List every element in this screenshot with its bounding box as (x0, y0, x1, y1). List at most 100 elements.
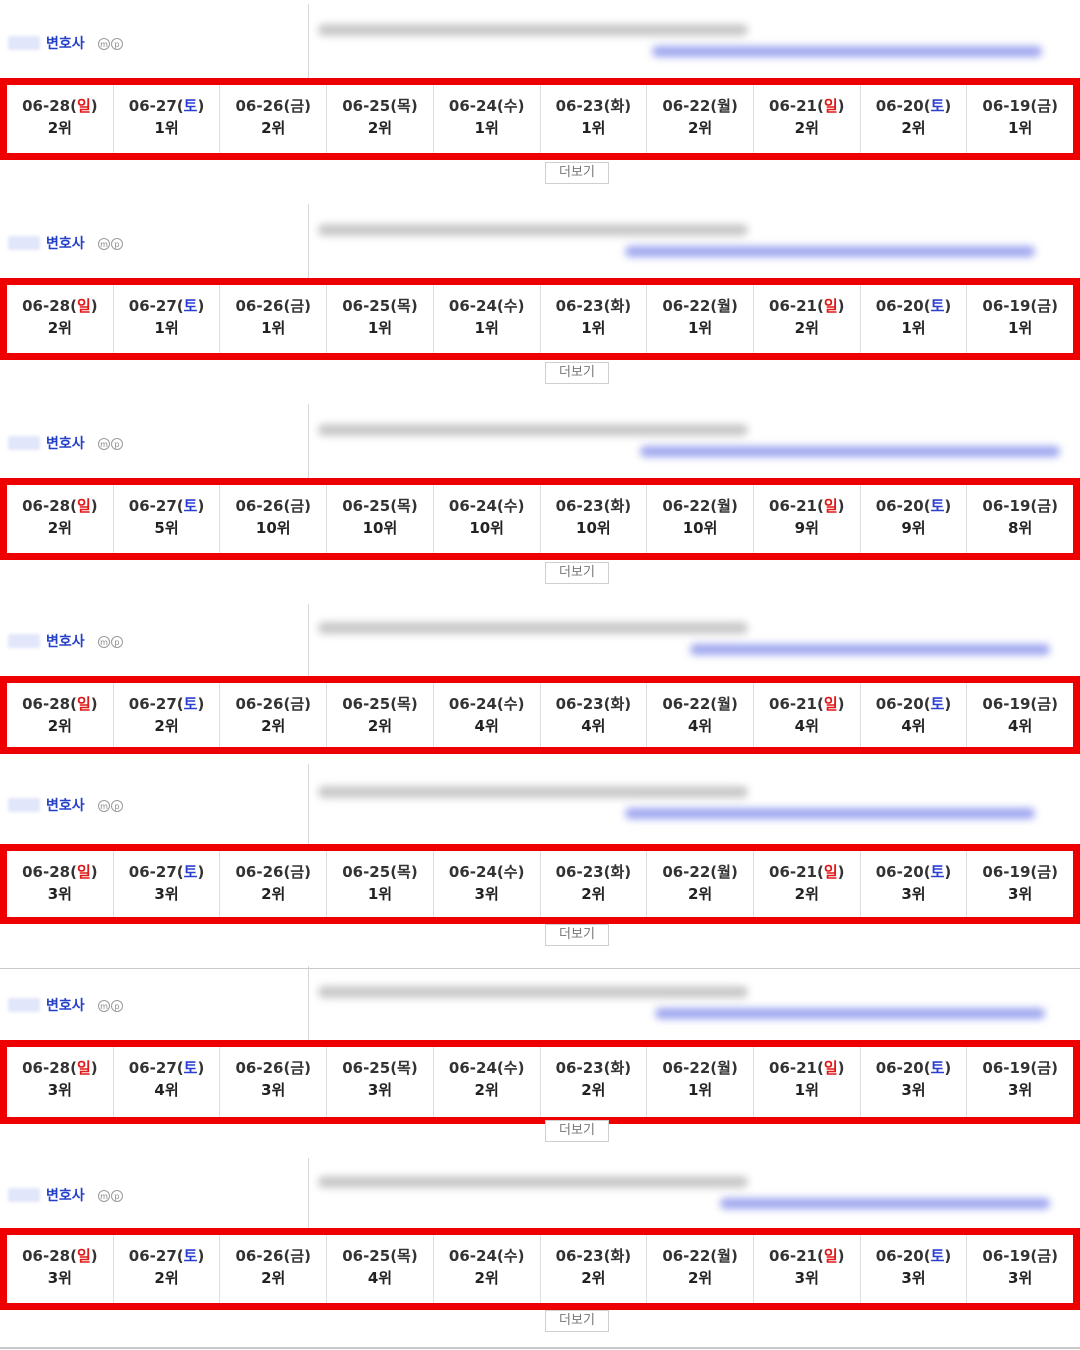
more-button[interactable]: 더보기 (545, 1120, 609, 1142)
date-value: 06-19 (982, 1247, 1031, 1265)
paren: ) (1051, 497, 1058, 515)
rank-cell: 06-19(금) 1위 (966, 285, 1073, 353)
rank-value: 9위 (794, 519, 819, 537)
paren: ( (817, 1059, 824, 1077)
paren: ) (944, 97, 952, 115)
rank-cell: 06-28(일) 3위 (7, 1235, 113, 1303)
keyword-link[interactable]: 변호사 (46, 1185, 85, 1205)
weekday: 토 (930, 1247, 945, 1265)
date-value: 06-19 (982, 97, 1031, 115)
blurred-thumbnail (8, 998, 40, 1012)
rank-value: 1위 (581, 319, 606, 337)
paren: ( (817, 297, 824, 315)
paren: ) (1051, 97, 1058, 115)
weekday: 일 (823, 497, 838, 515)
date-label: 06-24(수) (434, 861, 540, 882)
rank-value: 2위 (794, 885, 819, 903)
weekday: 수 (503, 1247, 518, 1265)
keyword-link[interactable]: 변호사 (46, 795, 85, 815)
result-header: 변호사 m p (0, 404, 1080, 480)
date-value: 06-28 (22, 1059, 71, 1077)
date-label: 06-23(화) (541, 495, 647, 516)
paren: ) (1051, 297, 1058, 315)
paren: ) (944, 497, 952, 515)
daily-rank-strip: 06-28(일) 3위 06-27(토) 3위 06-26(금) 2위 06-25(목) 1위… (0, 844, 1080, 924)
date-value: 06-23 (555, 297, 604, 315)
date-label: 06-26(금) (220, 1057, 326, 1078)
date-value: 06-27 (128, 97, 177, 115)
date-value: 06-23 (555, 863, 604, 881)
date-label: 06-27(토) (114, 495, 220, 516)
rank-value: 2위 (367, 119, 393, 137)
date-value: 06-25 (342, 863, 391, 881)
keyword-link[interactable]: 변호사 (46, 233, 85, 253)
rank-value: 1위 (154, 319, 179, 337)
date-value: 06-19 (982, 1059, 1031, 1077)
rank-cell: 06-23(화) 1위 (539, 85, 647, 153)
rank-row: 06-28(일) 2위 06-27(토) 1위 06-26(금) 2위 06-25(목) 2위… (7, 85, 1073, 153)
rank-value: 2위 (154, 1269, 179, 1287)
date-label: 06-19(금) (967, 295, 1073, 316)
date-value: 06-24 (448, 695, 497, 713)
more-button[interactable]: 더보기 (545, 924, 609, 946)
date-value: 06-20 (875, 1059, 924, 1077)
daily-rank-strip: 06-28(일) 2위 06-27(토) 2위 06-26(금) 2위 06-25(목) 2위… (0, 676, 1080, 754)
weekday: 금 (1037, 1247, 1052, 1265)
rank-cell: 06-23(화) 10위 (539, 485, 647, 553)
rank-value: 2위 (261, 717, 286, 735)
weekday: 토 (183, 1247, 198, 1265)
weekday: 금 (290, 1059, 305, 1077)
rank-cell: 06-28(일) 2위 (7, 683, 113, 747)
date-label: 06-28(일) (7, 495, 113, 516)
weekday: 수 (503, 695, 518, 713)
paren: ( (176, 863, 184, 881)
paren: ) (944, 1247, 952, 1265)
weekday: 수 (503, 1059, 518, 1077)
date-value: 06-23 (555, 1059, 604, 1077)
date-value: 06-21 (769, 1247, 817, 1265)
weekday: 화 (610, 97, 625, 115)
weekday: 목 (397, 1059, 411, 1077)
keyword-link[interactable]: 변호사 (46, 433, 85, 453)
date-value: 06-28 (22, 863, 71, 881)
rank-value: 1위 (687, 319, 713, 337)
date-value: 06-19 (982, 863, 1031, 881)
paren: ( (70, 1059, 77, 1077)
weekday: 월 (717, 297, 731, 315)
keyword-link[interactable]: 변호사 (46, 631, 85, 651)
rank-cell: 06-20(토) 3위 (859, 1235, 967, 1303)
date-label: 06-21(일) (754, 1245, 860, 1266)
weekday: 토 (183, 97, 198, 115)
more-button[interactable]: 더보기 (545, 562, 609, 584)
rank-value: 2위 (47, 119, 72, 137)
rank-row: 06-28(일) 3위 06-27(토) 4위 06-26(금) 3위 06-25(목) 3위… (7, 1047, 1073, 1117)
date-value: 06-25 (342, 1247, 391, 1265)
more-button[interactable]: 더보기 (545, 1310, 609, 1332)
weekday: 토 (930, 297, 945, 315)
paren: ( (70, 1247, 77, 1265)
rank-cell: 06-19(금) 3위 (966, 851, 1073, 917)
keyword-link[interactable]: 변호사 (46, 33, 85, 53)
paren: ( (923, 695, 931, 713)
date-label: 06-23(화) (541, 295, 647, 316)
rank-cell: 06-23(화) 2위 (539, 1235, 647, 1303)
paren: ( (70, 297, 77, 315)
paren: ) (944, 297, 952, 315)
more-button[interactable]: 더보기 (545, 162, 609, 184)
more-button[interactable]: 더보기 (545, 362, 609, 384)
paren: ( (923, 1059, 931, 1077)
paren: ) (304, 695, 312, 713)
keyword-link[interactable]: 변호사 (46, 995, 85, 1015)
date-label: 06-19(금) (967, 693, 1073, 714)
rank-cell: 06-25(목) 3위 (326, 1047, 433, 1117)
rank-value: 2위 (367, 717, 393, 735)
blurred-url (318, 24, 748, 36)
rank-value: 2위 (474, 1081, 499, 1099)
blurred-title-link (655, 1008, 1045, 1019)
rank-cell: 06-26(금) 10위 (219, 485, 326, 553)
date-label: 06-26(금) (220, 95, 326, 116)
date-value: 06-22 (662, 695, 711, 713)
rank-value: 4위 (794, 717, 819, 735)
keyword-cell: 변호사 m p (0, 204, 309, 280)
date-value: 06-20 (875, 497, 924, 515)
